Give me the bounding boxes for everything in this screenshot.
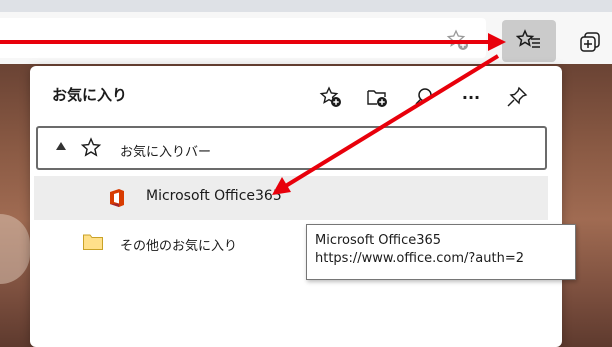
favorites-bar-folder-row[interactable]: [36, 126, 547, 170]
collections-icon: [580, 32, 600, 52]
search-icon[interactable]: [412, 84, 438, 110]
favorites-button[interactable]: [502, 20, 556, 62]
tab-strip: [0, 0, 612, 12]
background-decoration: [0, 214, 30, 284]
other-favorites-label[interactable]: その他のお気に入り: [120, 235, 237, 254]
pin-icon[interactable]: [504, 84, 530, 110]
favorites-bar-label: お気に入りバー: [120, 145, 212, 160]
more-icon[interactable]: ···: [458, 84, 484, 110]
add-favorite-star-icon[interactable]: [446, 28, 470, 52]
add-favorite-icon[interactable]: [318, 84, 344, 110]
folder-icon: [82, 232, 104, 256]
collections-button[interactable]: [576, 28, 606, 56]
star-icon: [80, 137, 102, 163]
office-logo-icon: [108, 188, 126, 212]
expand-triangle-icon[interactable]: [56, 142, 66, 150]
address-bar[interactable]: [0, 18, 486, 58]
link-tooltip: Microsoft Office365 https://www.office.c…: [306, 224, 576, 280]
favorites-list-icon: [516, 29, 540, 48]
tooltip-title: Microsoft Office365: [315, 233, 442, 248]
add-folder-icon[interactable]: [364, 84, 390, 110]
tooltip-url: https://www.office.com/?auth=2: [315, 251, 524, 266]
panel-title: お気に入り: [52, 86, 128, 104]
favorite-item-label: Microsoft Office365: [146, 188, 282, 204]
